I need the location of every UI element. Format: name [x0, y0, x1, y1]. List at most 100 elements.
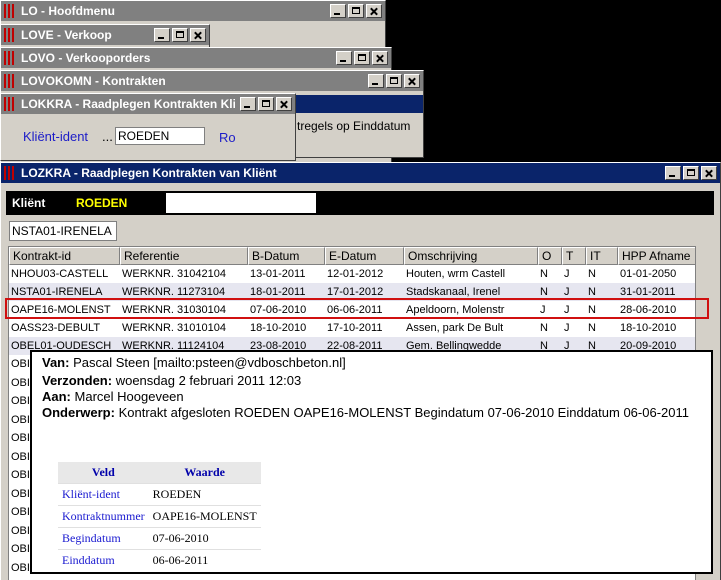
col-header[interactable]: Referentie: [120, 247, 248, 265]
maximize-icon[interactable]: [354, 51, 370, 65]
table-row: OBI: [11, 376, 30, 389]
close-icon[interactable]: [190, 28, 206, 42]
active-bar-strip: [295, 95, 423, 113]
maximize-icon[interactable]: [258, 97, 274, 111]
cell: J: [564, 322, 570, 334]
cell: WERKNR. 31042104: [122, 268, 226, 280]
email-to: Aan: Marcel Hoogeveen: [42, 389, 184, 404]
close-icon[interactable]: [404, 74, 420, 88]
cell: OASS23-DEBULT: [11, 322, 101, 334]
window-lokkra[interactable]: LOKKRA - Raadplegen Kontrakten Kliënt Kl…: [0, 93, 296, 161]
window-title: LOVE - Verkoop: [21, 28, 112, 42]
titlebar-lozkra[interactable]: LOZKRA - Raadplegen Kontrakten van Kliën…: [1, 163, 720, 183]
close-icon[interactable]: [372, 51, 388, 65]
titlebar-lovokomn[interactable]: LOVOKOMN - Kontrakten: [1, 71, 423, 91]
titlebar-lokkra[interactable]: LOKKRA - Raadplegen Kontrakten Kliënt: [1, 94, 295, 114]
col-header[interactable]: B-Datum: [248, 247, 325, 265]
table-row: OBI: [11, 432, 30, 444]
app-logo-icon: [4, 166, 16, 180]
close-icon[interactable]: [701, 166, 717, 180]
cell: 17-10-2011: [327, 322, 383, 334]
maximize-icon[interactable]: [172, 28, 188, 42]
cell: N: [588, 268, 596, 280]
cell: N: [588, 322, 596, 334]
col-header[interactable]: T: [562, 247, 586, 265]
cell: 18-10-2010: [250, 322, 307, 334]
client-ident-input[interactable]: ROEDEN: [115, 127, 205, 145]
app-logo-icon: [4, 4, 16, 18]
app-logo-icon: [4, 51, 16, 65]
partial-text: tregels op Einddatum: [297, 119, 411, 133]
field-name: Kliënt-ident: [58, 483, 149, 506]
app-logo-icon: [4, 97, 16, 111]
minimize-icon[interactable]: [665, 166, 681, 180]
app-logo-icon: [4, 28, 16, 42]
col-header[interactable]: HPP Afname: [618, 247, 695, 265]
col-header[interactable]: O: [538, 247, 562, 265]
minimize-icon[interactable]: [330, 4, 346, 18]
window-title: LOVO - Verkooporders: [21, 51, 151, 65]
cell: 12-01-2012: [327, 268, 384, 280]
client-name-partial: Ro: [219, 130, 236, 145]
table-row: OBI: [11, 395, 30, 407]
maximize-icon[interactable]: [348, 4, 364, 18]
cell: 18-10-2010: [620, 322, 677, 334]
client-ident-label: Kliënt-ident: [23, 129, 89, 144]
window-title: LOZKRA - Raadplegen Kontrakten van Kliën…: [21, 166, 277, 180]
cell: Assen, park De Bult: [406, 322, 504, 334]
field-value: ROEDEN: [148, 483, 261, 506]
email-sent-label: Verzonden:: [42, 373, 113, 388]
client-value: ROEDEN: [76, 196, 128, 210]
client-bar: Kliënt ROEDEN: [6, 191, 714, 215]
col-header[interactable]: Omschrijving: [404, 247, 538, 265]
field-name: Kontraktnummer: [58, 505, 149, 528]
table-row: OBI: [11, 524, 30, 537]
field-value: 06-06-2011: [148, 549, 261, 571]
email-subject-label: Onderwerp:: [42, 405, 115, 420]
cell: WERKNR. 31010104: [122, 322, 226, 334]
minimize-icon[interactable]: [368, 74, 384, 88]
email-to-value: Marcel Hoogeveen: [74, 389, 184, 404]
table-row: OBI: [11, 413, 30, 426]
email-popup: Van: Pascal Steen [mailto:psteen@vdbosch…: [30, 350, 713, 574]
client-label: Kliënt: [12, 196, 46, 210]
table-row[interactable]: NHOU03-CASTELL WERKNR. 31042104 13-01-20…: [9, 265, 695, 283]
table-row[interactable]: OASS23-DEBULT WERKNR. 31010104 18-10-201…: [9, 319, 695, 337]
titlebar-lo[interactable]: LO - Hoofdmenu: [1, 1, 385, 21]
table-row: OBI: [11, 358, 30, 370]
cell: Houten, wrm Castell: [406, 268, 506, 280]
window-title: LOVOKOMN - Kontrakten: [21, 74, 166, 88]
email-field-table: Veld Waarde Kliënt-ident ROEDEN Kontrakt…: [58, 462, 261, 571]
client-ident-ellipsis: ...: [102, 129, 113, 144]
value-header: Waarde: [148, 462, 261, 484]
cell: 13-01-2011: [250, 268, 306, 280]
field-name: Einddatum: [58, 549, 149, 571]
close-icon[interactable]: [366, 4, 382, 18]
email-from-label: Van:: [42, 355, 70, 370]
table-row: OBI: [11, 561, 30, 574]
titlebar-lovo[interactable]: LOVO - Verkooporders: [1, 48, 391, 68]
email-sent: Verzonden: woensdag 2 februari 2011 12:0…: [42, 373, 301, 388]
maximize-icon[interactable]: [683, 166, 699, 180]
window-title: LO - Hoofdmenu: [21, 4, 115, 18]
table-row: OBI: [11, 450, 30, 463]
client-name-field: [166, 193, 316, 213]
email-to-label: Aan:: [42, 389, 71, 404]
email-subject-value: Kontrakt afgesloten ROEDEN OAPE16-MOLENS…: [118, 405, 689, 420]
obscured-rows: OBI OBI OBI OBI OBI OBI OBI OBI OBI OBI …: [11, 355, 30, 577]
table-row: OBI: [11, 543, 30, 555]
maximize-icon[interactable]: [386, 74, 402, 88]
close-icon[interactable]: [276, 97, 292, 111]
minimize-icon[interactable]: [240, 97, 256, 111]
email-sent-value: woensdag 2 februari 2011 12:03: [115, 373, 302, 388]
col-header[interactable]: E-Datum: [325, 247, 404, 265]
col-header[interactable]: Kontrakt-id: [9, 247, 120, 265]
col-header[interactable]: IT: [586, 247, 618, 265]
field-name: Begindatum: [58, 527, 149, 550]
minimize-icon[interactable]: [154, 28, 170, 42]
titlebar-love[interactable]: LOVE - Verkoop: [1, 25, 209, 45]
window-title: LOKKRA - Raadplegen Kontrakten Kliënt: [21, 97, 235, 111]
table-row: OBI: [11, 506, 30, 518]
minimize-icon[interactable]: [336, 51, 352, 65]
contract-selector[interactable]: NSTA01-IRENELA: [9, 221, 117, 241]
